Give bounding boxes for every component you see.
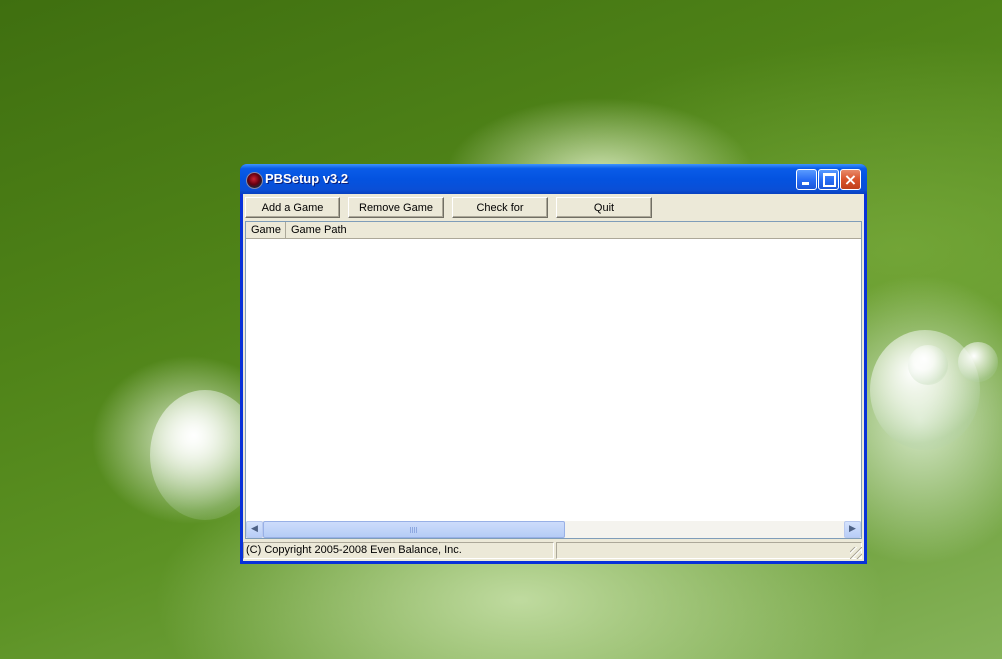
quit-button[interactable]: Quit (556, 197, 652, 218)
minimize-icon (802, 182, 809, 185)
remove-game-button[interactable]: Remove Game (348, 197, 444, 218)
scroll-right-button[interactable]: ▶ (844, 521, 861, 538)
list-header: Game Game Path (246, 222, 861, 239)
close-button[interactable]: × (840, 169, 861, 190)
window-client-area: Add a Game Remove Game Check for Updates… (243, 194, 864, 561)
chevron-left-icon: ◀ (251, 524, 258, 534)
column-header-game[interactable]: Game (246, 222, 286, 238)
maximize-icon (823, 173, 836, 187)
chevron-right-icon: ▶ (849, 524, 856, 534)
resize-grip-icon[interactable] (850, 547, 862, 559)
window-title: PBSetup v3.2 (265, 171, 349, 186)
scrollbar-thumb[interactable] (263, 521, 565, 538)
column-header-game-path[interactable]: Game Path (286, 222, 861, 238)
game-list[interactable]: Game Game Path ◀ ▶ (245, 221, 862, 539)
toolbar: Add a Game Remove Game Check for Updates… (243, 194, 864, 233)
close-icon: × (843, 170, 858, 189)
status-bar: (C) Copyright 2005-2008 Even Balance, In… (243, 541, 864, 561)
title-bar[interactable]: PBSetup v3.2 × (240, 164, 867, 194)
horizontal-scrollbar[interactable]: ◀ ▶ (246, 521, 861, 538)
status-secondary (556, 542, 862, 559)
scroll-left-button[interactable]: ◀ (246, 521, 263, 538)
pbsetup-window: PBSetup v3.2 × Add a Game Remove Game Ch… (240, 164, 867, 564)
desktop-water-drop (908, 345, 948, 385)
app-icon (246, 172, 263, 189)
status-copyright: (C) Copyright 2005-2008 Even Balance, In… (243, 542, 554, 559)
desktop-water-drop (958, 342, 998, 382)
check-for-updates-button[interactable]: Check for Updates (452, 197, 548, 233)
minimize-button[interactable] (796, 169, 817, 190)
add-game-button[interactable]: Add a Game (245, 197, 340, 218)
maximize-button[interactable] (818, 169, 839, 190)
scrollbar-grip-icon (410, 527, 418, 533)
